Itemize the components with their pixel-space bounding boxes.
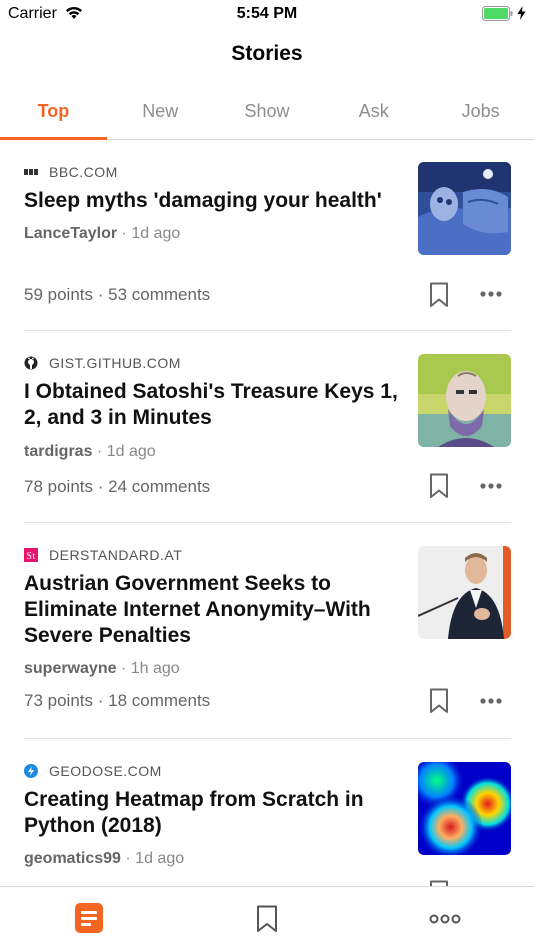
story-item[interactable]: St DERSTANDARD.AT Austrian Government Se… bbox=[24, 523, 511, 739]
more-tab-icon[interactable] bbox=[429, 914, 461, 924]
story-meta: tardigras · 1d ago bbox=[24, 443, 156, 461]
story-points: 78 points bbox=[24, 477, 93, 496]
tab-new[interactable]: New bbox=[107, 90, 214, 139]
page-title: Stories bbox=[231, 42, 303, 65]
meta-separator: · bbox=[125, 850, 136, 867]
story-age: 1d ago bbox=[135, 850, 185, 867]
story-item[interactable]: GIST.GITHUB.COM I Obtained Satoshi's Tre… bbox=[24, 331, 511, 523]
story-meta: superwayne · 1h ago bbox=[24, 660, 180, 678]
bookmarks-tab-icon[interactable] bbox=[256, 905, 278, 933]
meta-separator: · bbox=[121, 225, 132, 242]
story-item[interactable]: GEODOSE.COM Creating Heatmap from Scratc… bbox=[24, 739, 511, 886]
bottom-tab-bar bbox=[0, 886, 534, 950]
story-stats[interactable]: 59 points · 53 comments bbox=[24, 285, 210, 305]
more-options-icon[interactable] bbox=[479, 482, 503, 490]
story-item[interactable]: BBC.COM Sleep myths 'damaging your healt… bbox=[24, 140, 511, 331]
story-stats[interactable]: 73 points · 18 comments bbox=[24, 691, 210, 711]
charging-icon bbox=[517, 6, 526, 20]
status-bar: Carrier 5:54 PM bbox=[0, 0, 534, 28]
clock: 5:54 PM bbox=[236, 5, 298, 22]
story-author[interactable]: LanceTaylor bbox=[24, 225, 117, 242]
tab-top[interactable]: Top bbox=[0, 90, 107, 140]
story-source-label: DERSTANDARD.AT bbox=[49, 547, 183, 563]
story-title[interactable]: Austrian Government Seeks to Eliminate I… bbox=[24, 571, 399, 649]
story-comments: 53 comments bbox=[108, 285, 211, 304]
story-stats[interactable]: 78 points · 24 comments bbox=[24, 477, 210, 497]
story-age: 1d ago bbox=[131, 225, 181, 242]
story-author[interactable]: superwayne bbox=[24, 660, 116, 677]
battery-icon bbox=[482, 6, 513, 21]
story-points: 59 points bbox=[24, 285, 93, 304]
story-source: BBC.COM bbox=[24, 164, 118, 180]
bookmark-icon[interactable] bbox=[429, 282, 449, 308]
meta-separator: · bbox=[96, 443, 107, 460]
story-title[interactable]: I Obtained Satoshi's Treasure Keys 1, 2,… bbox=[24, 379, 399, 431]
meta-separator: · bbox=[120, 660, 131, 677]
svg-text:St: St bbox=[26, 551, 35, 562]
bbc-icon bbox=[24, 165, 38, 179]
tab-ask[interactable]: Ask bbox=[320, 90, 427, 139]
bookmark-icon[interactable] bbox=[429, 688, 449, 714]
story-source-label: GEODOSE.COM bbox=[49, 763, 162, 779]
story-thumbnail[interactable] bbox=[418, 354, 511, 447]
story-author[interactable]: tardigras bbox=[24, 443, 92, 460]
story-source: GEODOSE.COM bbox=[24, 763, 162, 779]
stats-separator: · bbox=[97, 691, 109, 710]
story-age: 1h ago bbox=[130, 660, 180, 677]
story-list: BBC.COM Sleep myths 'damaging your healt… bbox=[0, 140, 534, 886]
story-points: 73 points bbox=[24, 691, 93, 710]
story-age: 1d ago bbox=[106, 443, 156, 460]
story-thumbnail[interactable] bbox=[418, 162, 511, 255]
github-icon bbox=[24, 356, 38, 370]
story-author[interactable]: geomatics99 bbox=[24, 850, 121, 867]
stories-tab-icon[interactable] bbox=[75, 903, 103, 933]
story-comments: 24 comments bbox=[108, 477, 211, 496]
story-thumbnail[interactable] bbox=[418, 762, 511, 855]
story-thumbnail[interactable] bbox=[418, 546, 511, 639]
story-source: GIST.GITHUB.COM bbox=[24, 355, 181, 371]
story-meta: LanceTaylor · 1d ago bbox=[24, 225, 180, 243]
story-meta: geomatics99 · 1d ago bbox=[24, 850, 184, 868]
story-source-label: BBC.COM bbox=[49, 164, 118, 180]
tab-show[interactable]: Show bbox=[214, 90, 321, 139]
tab-jobs[interactable]: Jobs bbox=[427, 90, 534, 139]
story-type-tabs: Top New Show Ask Jobs bbox=[0, 90, 534, 140]
story-source: St DERSTANDARD.AT bbox=[24, 547, 182, 563]
stats-separator: · bbox=[97, 285, 109, 304]
more-options-icon[interactable] bbox=[479, 697, 503, 705]
story-comments: 18 comments bbox=[108, 691, 211, 710]
story-source-label: GIST.GITHUB.COM bbox=[49, 355, 181, 371]
more-options-icon[interactable] bbox=[479, 290, 503, 298]
derstandard-icon: St bbox=[24, 548, 38, 562]
geodose-icon bbox=[24, 764, 38, 778]
bookmark-icon[interactable] bbox=[429, 473, 449, 499]
story-title[interactable]: Sleep myths 'damaging your health' bbox=[24, 188, 399, 214]
story-title[interactable]: Creating Heatmap from Scratch in Python … bbox=[24, 787, 399, 839]
stats-separator: · bbox=[97, 477, 109, 496]
